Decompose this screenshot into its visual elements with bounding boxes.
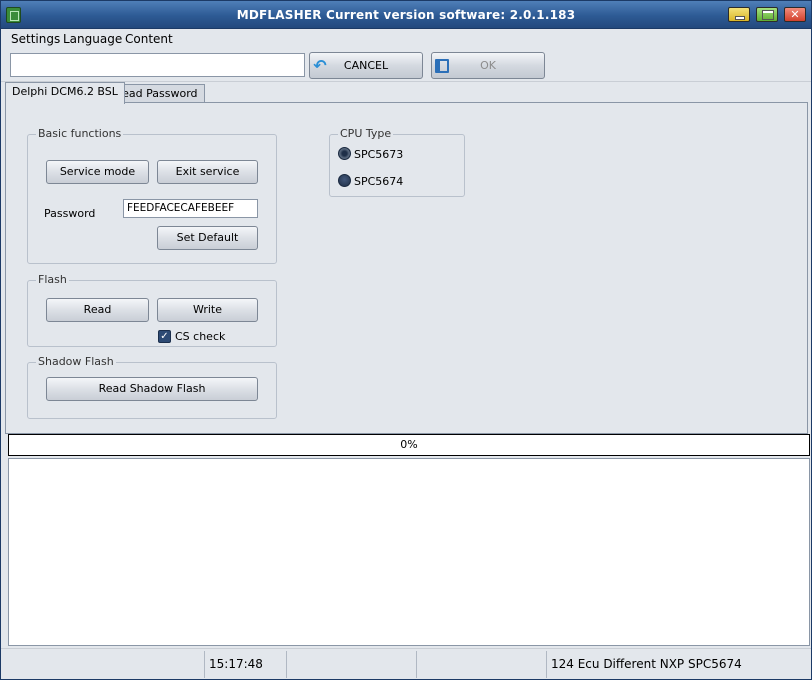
window-title: MDFLASHER Current version software: 2.0.… [236,8,576,22]
shadow-flash-group: Shadow Flash Read Shadow Flash [27,355,277,419]
read-button[interactable]: Read [46,298,149,322]
tab-delphi-dcm62-bsl[interactable]: Delphi DCM6.2 BSL [5,82,125,104]
set-default-button[interactable]: Set Default [157,226,258,250]
status-cell-3 [287,651,417,678]
cpu-type-label: CPU Type [338,127,394,140]
close-button[interactable]: ✕ [784,7,806,22]
write-button[interactable]: Write [157,298,258,322]
title-bar[interactable]: MDFLASHER Current version software: 2.0.… [1,1,811,29]
service-mode-button[interactable]: Service mode [46,160,149,184]
door-exit-icon [435,59,449,73]
maximize-button[interactable] [756,7,778,22]
password-label: Password [44,207,96,220]
shadow-flash-label: Shadow Flash [36,355,116,368]
main-window: MDFLASHER Current version software: 2.0.… [0,0,812,680]
toolbar: ↶ CANCEL OK [1,49,811,82]
ok-button[interactable]: OK [431,52,545,79]
menu-language[interactable]: Language [63,32,122,46]
status-bar: 15:17:48 124 Ecu Different NXP SPC5674 [1,648,811,679]
basic-functions-group: Basic functions Service mode Exit servic… [27,127,277,264]
flash-group: Flash Read Write ✓ CS check [27,273,277,347]
cancel-button-label: CANCEL [343,59,389,72]
cs-check-checkbox[interactable]: ✓ [158,330,171,343]
command-input[interactable] [10,53,305,77]
minimize-button[interactable] [728,7,750,22]
menu-content[interactable]: Content [125,32,173,46]
cpu-spc5674-label: SPC5674 [354,175,404,188]
menu-settings[interactable]: Settings [11,32,60,46]
password-field[interactable]: FEEDFACECAFEBEEF [123,199,258,218]
status-time: 15:17:48 [205,651,287,678]
tab-strip: Delphi DCM6.2 BSL Read Password [1,82,811,104]
progress-text: 0% [400,438,418,451]
cpu-spc5673-radio[interactable] [338,147,351,160]
cpu-type-group: CPU Type SPC5673 SPC5674 [329,127,465,197]
menu-bar: Settings Language Content [1,29,811,49]
ok-button-label: OK [480,59,496,72]
exit-service-button[interactable]: Exit service [157,160,258,184]
flash-label: Flash [36,273,69,286]
progress-bar: 0% [8,434,810,456]
status-info: 124 Ecu Different NXP SPC5674 [551,657,742,671]
tab-panel: Basic functions Service mode Exit servic… [5,102,808,434]
status-cell-1 [5,651,205,678]
log-area[interactable] [8,458,810,646]
cpu-spc5673-label: SPC5673 [354,148,404,161]
status-cell-4 [417,651,547,678]
cancel-button[interactable]: ↶ CANCEL [309,52,423,79]
back-arrow-icon: ↶ [313,56,327,75]
cpu-spc5674-radio[interactable] [338,174,351,187]
cs-check-label: CS check [175,330,226,343]
basic-functions-label: Basic functions [36,127,124,140]
read-shadow-flash-button[interactable]: Read Shadow Flash [46,377,258,401]
